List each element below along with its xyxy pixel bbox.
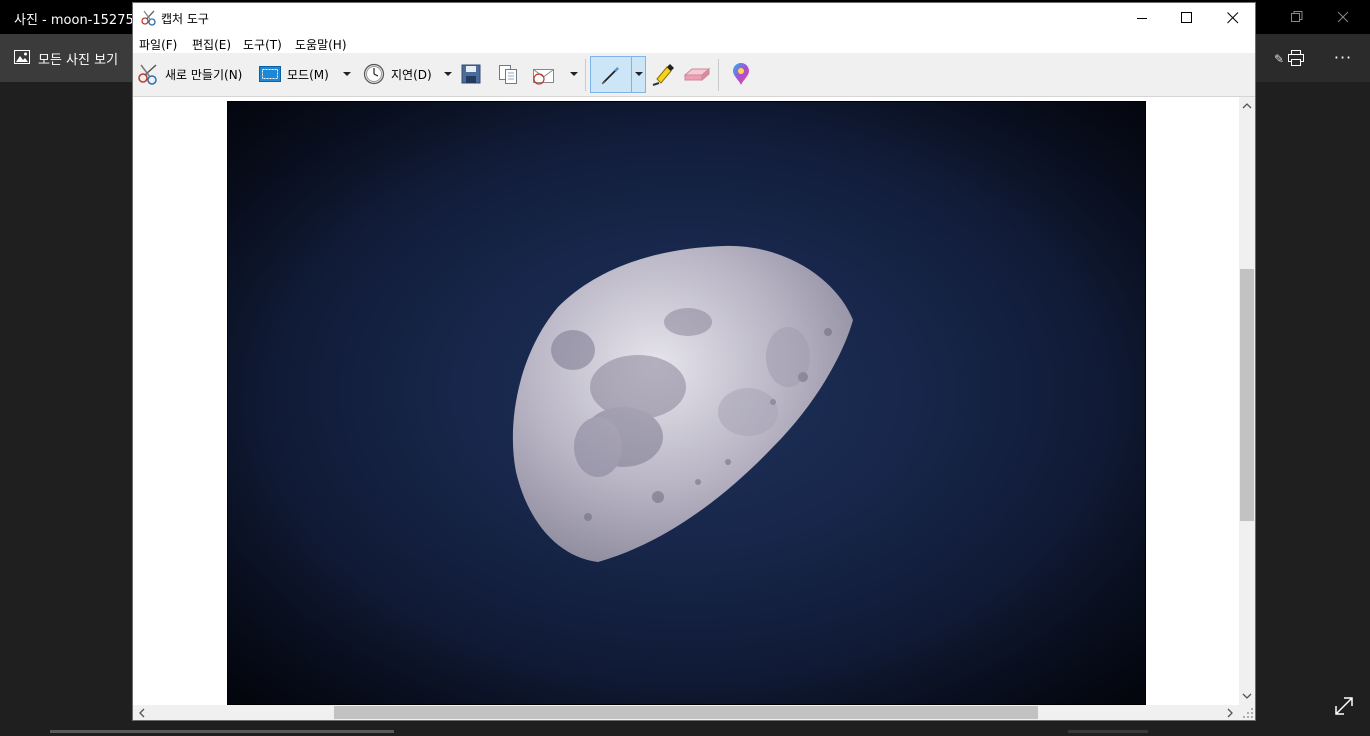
expand-icon[interactable] <box>1330 692 1358 720</box>
floppy-disk-icon <box>461 64 481 84</box>
print-button[interactable] <box>1273 34 1319 82</box>
mode-label: 모드(M) <box>287 68 329 82</box>
menu-help[interactable]: 도움말(H) <box>295 36 347 53</box>
scroll-down-arrow-icon[interactable] <box>1240 689 1254 703</box>
send-dropdown-arrow-icon[interactable] <box>570 72 578 76</box>
maximize-button[interactable] <box>1164 3 1210 33</box>
copy-icon <box>499 65 517 84</box>
delay-button[interactable]: 지연(D) <box>363 53 455 97</box>
menu-bar: 파일(F) 편집(E) 도구(T) 도움말(H) <box>133 33 1255 53</box>
new-snip-scissors-icon <box>138 64 157 85</box>
photos-restore-button[interactable] <box>1274 0 1320 34</box>
highlighter-button[interactable] <box>649 53 675 97</box>
save-button[interactable] <box>459 53 483 97</box>
scissors-icon <box>141 10 156 26</box>
photos-filmstrip-segment <box>1068 730 1148 733</box>
minimize-button[interactable] <box>1119 3 1165 33</box>
close-icon <box>1227 12 1239 24</box>
photos-filmstrip-scrollbar[interactable] <box>50 730 394 733</box>
captured-moon-image <box>227 101 1146 705</box>
eraser-icon <box>683 67 711 82</box>
scroll-left-arrow-icon[interactable] <box>135 706 149 720</box>
pen-dropdown-arrow-icon[interactable] <box>635 72 643 76</box>
close-icon <box>1337 11 1349 23</box>
send-snip-button[interactable] <box>531 53 581 97</box>
toolbar-separator <box>585 59 586 91</box>
pen-button[interactable] <box>590 56 646 93</box>
new-snip-button[interactable]: 새로 만들기(N) <box>135 53 247 97</box>
menu-edit[interactable]: 편집(E) <box>192 36 231 53</box>
resize-grip-icon <box>1243 708 1253 718</box>
delay-label: 지연(D) <box>391 68 432 82</box>
photos-close-button[interactable] <box>1320 0 1366 34</box>
maximize-icon <box>1181 12 1192 23</box>
mode-button[interactable]: 모드(M) <box>259 53 355 97</box>
menu-tools[interactable]: 도구(T) <box>243 36 282 53</box>
photos-window-title: 사진 - moon-1527501 <box>14 13 151 28</box>
resize-grip[interactable] <box>1239 705 1255 720</box>
ellipsis-icon: ··· <box>1333 48 1353 67</box>
printer-icon <box>1288 50 1304 66</box>
snip-toolbar: 새로 만들기(N) 모드(M) 지연(D) <box>133 53 1255 97</box>
more-options-button[interactable]: ··· <box>1320 34 1366 82</box>
edit-with-paint3d-button[interactable] <box>729 53 753 97</box>
mode-dropdown-arrow-icon[interactable] <box>343 72 351 76</box>
paint3d-icon <box>733 63 749 85</box>
scroll-right-arrow-icon[interactable] <box>1223 706 1237 720</box>
snip-canvas <box>133 97 1239 705</box>
eraser-button[interactable] <box>683 53 711 97</box>
all-photos-label: 모든 사진 보기 <box>38 53 119 68</box>
vertical-scrollbar[interactable] <box>1239 97 1255 705</box>
horizontal-scroll-thumb[interactable] <box>334 706 1038 719</box>
clock-icon <box>363 63 385 85</box>
snip-titlebar: 캡처 도구 <box>133 3 1255 33</box>
picture-icon <box>14 50 30 64</box>
snipping-tool-window: 캡처 도구 파일(F) 편집(E) 도구(T) 도움말(H) 새로 만들기(N) <box>132 2 1256 721</box>
all-photos-button[interactable]: 모든 사진 보기 <box>0 34 132 82</box>
pen-icon <box>601 67 619 85</box>
delay-dropdown-arrow-icon[interactable] <box>444 72 452 76</box>
copy-button[interactable] <box>495 53 519 97</box>
rectangle-snip-icon <box>259 66 281 82</box>
send-email-icon <box>533 69 554 85</box>
moon-photo-icon <box>228 102 1145 704</box>
menu-file[interactable]: 파일(F) <box>139 36 177 53</box>
scroll-up-arrow-icon[interactable] <box>1240 99 1254 113</box>
vertical-scroll-thumb[interactable] <box>1240 269 1254 521</box>
toolbar-separator-2 <box>718 59 719 91</box>
minimize-icon <box>1137 18 1147 19</box>
close-button[interactable] <box>1210 3 1256 33</box>
pen-split-divider <box>631 57 632 92</box>
new-snip-label: 새로 만들기(N) <box>165 68 243 82</box>
restore-icon <box>1291 11 1303 22</box>
snip-window-title: 캡처 도구 <box>161 12 209 26</box>
highlighter-icon <box>652 64 674 86</box>
horizontal-scrollbar[interactable] <box>133 705 1239 720</box>
